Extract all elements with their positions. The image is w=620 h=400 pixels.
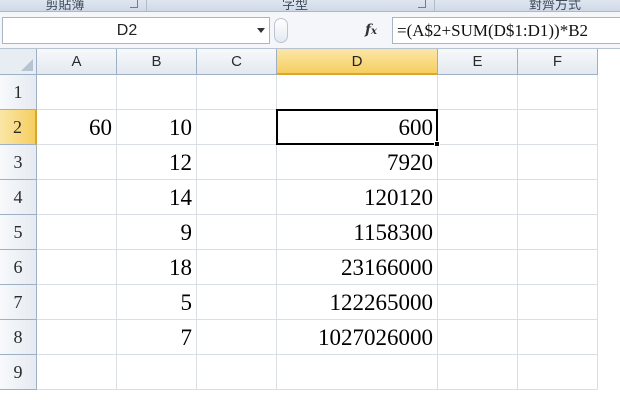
column-header-a[interactable]: A: [37, 49, 117, 75]
ribbon-group-labels: 剪貼簿 字型 對齊方式: [0, 0, 620, 12]
worksheet-grid[interactable]: A B C D E F 1 2 60 10 600 3 12 7920 4 14 120120 5 9 1158300…: [0, 49, 620, 400]
row-header-3[interactable]: 3: [0, 145, 37, 180]
cell-b4[interactable]: 14: [117, 180, 197, 215]
cell-a1[interactable]: [37, 75, 117, 110]
cell-e3[interactable]: [438, 145, 518, 180]
cell-f7[interactable]: [518, 285, 598, 320]
row-header-8[interactable]: 8: [0, 320, 37, 355]
cell-f2[interactable]: [518, 110, 598, 145]
cell-f8[interactable]: [518, 320, 598, 355]
column-header-c[interactable]: C: [197, 49, 277, 75]
cell-b9[interactable]: [117, 355, 197, 390]
name-box-value: D2: [116, 22, 138, 39]
cell-c7[interactable]: [197, 285, 277, 320]
formula-input[interactable]: =(A$2+SUM(D$1:D1))*B2: [392, 17, 620, 44]
cell-e7[interactable]: [438, 285, 518, 320]
cell-c9[interactable]: [197, 355, 277, 390]
ribbon-group-alignment: 對齊方式: [528, 0, 581, 12]
cell-b6[interactable]: 18: [117, 250, 197, 285]
cell-a6[interactable]: [37, 250, 117, 285]
cell-c4[interactable]: [197, 180, 277, 215]
ribbon-group-font: 字型: [281, 0, 308, 12]
column-header-d[interactable]: D: [277, 49, 438, 75]
chevron-down-icon[interactable]: [257, 28, 265, 33]
cell-f4[interactable]: [518, 180, 598, 215]
cell-e4[interactable]: [438, 180, 518, 215]
cell-e8[interactable]: [438, 320, 518, 355]
cell-f6[interactable]: [518, 250, 598, 285]
cell-d6[interactable]: 23166000: [277, 250, 438, 285]
cell-b1[interactable]: [117, 75, 197, 110]
row-header-7[interactable]: 7: [0, 285, 37, 320]
select-all-triangle-icon: [21, 59, 33, 71]
cell-b5[interactable]: 9: [117, 215, 197, 250]
cell-c1[interactable]: [197, 75, 277, 110]
cell-b8[interactable]: 7: [117, 320, 197, 355]
column-header-b[interactable]: B: [117, 49, 197, 75]
row-header-1[interactable]: 1: [0, 75, 37, 110]
function-icon[interactable]: fx: [358, 18, 384, 42]
cell-f1[interactable]: [518, 75, 598, 110]
cell-a3[interactable]: [37, 145, 117, 180]
row-header-5[interactable]: 5: [0, 215, 37, 250]
cell-c8[interactable]: [197, 320, 277, 355]
cell-f3[interactable]: [518, 145, 598, 180]
cell-e5[interactable]: [438, 215, 518, 250]
cell-e1[interactable]: [438, 75, 518, 110]
cell-b7[interactable]: 5: [117, 285, 197, 320]
ribbon-group-separator: [146, 0, 147, 11]
cell-a8[interactable]: [37, 320, 117, 355]
cell-a5[interactable]: [37, 215, 117, 250]
cell-f5[interactable]: [518, 215, 598, 250]
cell-b3[interactable]: 12: [117, 145, 197, 180]
cell-a7[interactable]: [37, 285, 117, 320]
column-header-e[interactable]: E: [438, 49, 518, 75]
cell-c6[interactable]: [197, 250, 277, 285]
cell-d5[interactable]: 1158300: [277, 215, 438, 250]
row-header-2[interactable]: 2: [0, 110, 37, 145]
name-box[interactable]: D2: [2, 17, 270, 44]
cell-f9[interactable]: [518, 355, 598, 390]
fill-handle[interactable]: [434, 141, 440, 147]
formula-bar-splitter[interactable]: [274, 18, 288, 43]
cell-d9[interactable]: [277, 355, 438, 390]
row-header-9[interactable]: 9: [0, 355, 37, 390]
cell-d2[interactable]: 600: [277, 110, 438, 145]
cell-d3[interactable]: 7920: [277, 145, 438, 180]
cell-b2[interactable]: 10: [117, 110, 197, 145]
cell-e2[interactable]: [438, 110, 518, 145]
cell-a9[interactable]: [37, 355, 117, 390]
cell-e6[interactable]: [438, 250, 518, 285]
row-header-4[interactable]: 4: [0, 180, 37, 215]
cell-a2[interactable]: 60: [37, 110, 117, 145]
formula-bar: D2 fx =(A$2+SUM(D$1:D1))*B2: [0, 12, 620, 49]
ribbon-group-separator: [434, 0, 435, 11]
cell-d1[interactable]: [277, 75, 438, 110]
select-all-button[interactable]: [0, 49, 37, 75]
cell-e9[interactable]: [438, 355, 518, 390]
cell-c2[interactable]: [197, 110, 277, 145]
cell-d7[interactable]: 122265000: [277, 285, 438, 320]
cell-d8[interactable]: 1027026000: [277, 320, 438, 355]
column-header-f[interactable]: F: [518, 49, 598, 75]
row-header-6[interactable]: 6: [0, 250, 37, 285]
clipboard-launcher-icon[interactable]: [130, 0, 138, 8]
cell-c3[interactable]: [197, 145, 277, 180]
font-launcher-icon[interactable]: [418, 0, 426, 8]
cell-a4[interactable]: [37, 180, 117, 215]
cell-c5[interactable]: [197, 215, 277, 250]
cell-d4[interactable]: 120120: [277, 180, 438, 215]
ribbon-group-clipboard: 剪貼簿: [45, 0, 85, 12]
